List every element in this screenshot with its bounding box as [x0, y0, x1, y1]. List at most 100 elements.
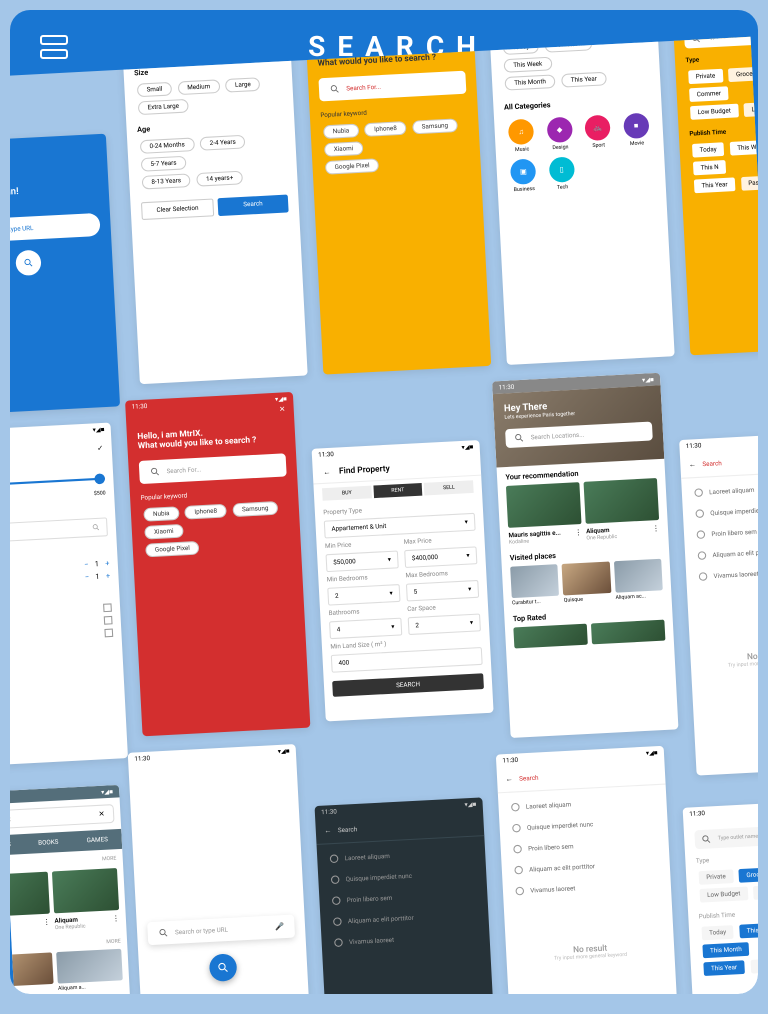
- mic-icon[interactable]: 🎤: [275, 922, 285, 931]
- clear-button[interactable]: Clear Selection: [141, 198, 214, 220]
- time-tag[interactable]: This N: [693, 160, 726, 175]
- checkbox[interactable]: [104, 616, 113, 625]
- time-tag[interactable]: Today: [692, 142, 724, 157]
- prop-type-select[interactable]: Appartement & Unit▾: [324, 513, 476, 539]
- plus-icon[interactable]: +: [106, 572, 111, 581]
- back-icon[interactable]: ←: [324, 826, 332, 835]
- tab-books[interactable]: BOOKS: [23, 831, 73, 853]
- more-icon[interactable]: ⋮: [652, 524, 660, 538]
- tab-buy[interactable]: BUY: [322, 486, 372, 501]
- time-tag[interactable]: This Month: [504, 74, 555, 90]
- keyword-pill[interactable]: Iphone8: [185, 504, 227, 520]
- back-icon[interactable]: ←: [689, 460, 697, 469]
- more-icon[interactable]: ⋮: [574, 528, 582, 542]
- outlet-search[interactable]: Type outlet name: [694, 823, 758, 849]
- keyword-pill[interactable]: Nubia: [323, 124, 359, 139]
- visited-card[interactable]: Aliquam ac...: [614, 559, 664, 601]
- keyword-pill[interactable]: Samsung: [232, 501, 278, 517]
- time-tag[interactable]: This Week: [504, 57, 553, 73]
- time-tag[interactable]: This Year: [703, 960, 744, 976]
- category-item[interactable]: ■Movie: [619, 112, 653, 147]
- back-icon[interactable]: ←: [505, 775, 513, 784]
- keyword-pill[interactable]: Iphone8: [364, 121, 406, 137]
- age-option[interactable]: 2-4 Years: [200, 135, 246, 151]
- type-tag[interactable]: Low Budget: [699, 887, 748, 903]
- tab-movies[interactable]: MOVIES: [10, 834, 24, 856]
- land-input[interactable]: 400: [331, 647, 483, 673]
- age-option[interactable]: 14 years+: [196, 171, 243, 187]
- minus-icon[interactable]: −: [84, 560, 89, 569]
- size-option[interactable]: Small: [137, 82, 172, 97]
- minus-icon[interactable]: −: [85, 573, 90, 582]
- time-tag[interactable]: This Week: [739, 922, 758, 938]
- category-item[interactable]: ◆Design: [543, 116, 577, 151]
- menu-icon[interactable]: [40, 35, 68, 59]
- keyword-pill[interactable]: Google Pixel: [325, 158, 379, 174]
- checkbox[interactable]: [104, 629, 113, 638]
- time-tag[interactable]: Past 5 Year: [741, 175, 758, 191]
- history-item[interactable]: Laoreet aliquam: [690, 476, 758, 504]
- time-tag[interactable]: Past 5 Year: [750, 958, 758, 974]
- min-price-select[interactable]: $50,000▾: [326, 550, 399, 572]
- time-tag[interactable]: This Month: [702, 942, 749, 958]
- tab-rent[interactable]: RENT: [373, 483, 423, 498]
- more-link[interactable]: MORE: [102, 855, 117, 864]
- time-tag[interactable]: This Year: [694, 177, 735, 193]
- more-link[interactable]: MORE: [106, 938, 121, 945]
- more-icon[interactable]: ⋮: [112, 914, 120, 928]
- checkbox[interactable]: [103, 603, 112, 612]
- top-card[interactable]: [591, 620, 665, 645]
- store-card[interactable]: [52, 868, 119, 913]
- category-item[interactable]: 🚲Sport: [581, 114, 615, 149]
- visited-card[interactable]: Curabitur t...: [510, 564, 560, 606]
- destination-input[interactable]: on, UK: [10, 517, 108, 543]
- max-bed-select[interactable]: 5▾: [406, 580, 479, 602]
- rec-card[interactable]: [584, 478, 660, 524]
- close-icon[interactable]: ✕: [98, 810, 105, 819]
- type-tag[interactable]: Grocery: [739, 867, 758, 883]
- search-button[interactable]: Search: [217, 195, 288, 217]
- keyword-pill[interactable]: Xiaomi: [324, 141, 363, 157]
- category-item[interactable]: ♫Music: [505, 118, 539, 153]
- size-option[interactable]: Medium: [177, 79, 219, 95]
- back-icon[interactable]: ←: [323, 467, 331, 476]
- search-button[interactable]: SEARCH: [332, 673, 484, 697]
- min-bed-select[interactable]: 2▾: [327, 584, 400, 606]
- search-placeholder[interactable]: Search: [519, 774, 539, 782]
- location-search[interactable]: Search Locations...: [505, 422, 653, 449]
- store-card[interactable]: Quisque: [10, 952, 54, 994]
- store-card[interactable]: [10, 872, 50, 917]
- type-tag[interactable]: Private: [699, 869, 734, 884]
- time-tag[interactable]: This Year: [561, 72, 607, 88]
- search-fab[interactable]: [15, 250, 41, 276]
- type-tag[interactable]: Luxury: [753, 884, 758, 899]
- tab-games[interactable]: GAMES: [72, 829, 122, 851]
- slider-handle[interactable]: [94, 473, 105, 484]
- keyword-pill[interactable]: Nubia: [143, 506, 179, 521]
- type-tag[interactable]: Private: [688, 69, 723, 84]
- search-input[interactable]: Search For...: [139, 453, 287, 484]
- car-select[interactable]: 2▾: [408, 613, 481, 635]
- search-fab[interactable]: [209, 953, 238, 982]
- type-tag[interactable]: Low Budget: [690, 104, 739, 120]
- max-price-select[interactable]: $400,000▾: [404, 546, 477, 568]
- time-tag[interactable]: Today: [701, 925, 733, 940]
- category-item[interactable]: ▣Business: [507, 158, 541, 193]
- product-search[interactable]: product ✕: [10, 804, 115, 830]
- more-icon[interactable]: ⋮: [43, 918, 51, 932]
- rec-card[interactable]: [506, 482, 582, 528]
- keyword-pill[interactable]: Xiaomi: [144, 524, 183, 540]
- store-card[interactable]: Aliquam a...: [56, 949, 123, 992]
- time-tag[interactable]: This Week: [730, 140, 758, 156]
- bath-select[interactable]: 4▾: [329, 618, 402, 640]
- size-option[interactable]: Extra Large: [138, 99, 189, 115]
- age-option[interactable]: 8-13 Years: [142, 173, 191, 189]
- keyword-pill[interactable]: Google Pixel: [145, 541, 199, 557]
- type-tag[interactable]: Commer: [689, 86, 729, 102]
- search-placeholder[interactable]: Search: [702, 459, 722, 467]
- welcome-search[interactable]: Search or type URL: [10, 213, 101, 244]
- search-placeholder[interactable]: Search: [338, 825, 358, 833]
- tab-sell[interactable]: SELL: [424, 480, 474, 495]
- plus-icon[interactable]: +: [105, 559, 110, 568]
- age-option[interactable]: 5-7 Years: [141, 156, 187, 172]
